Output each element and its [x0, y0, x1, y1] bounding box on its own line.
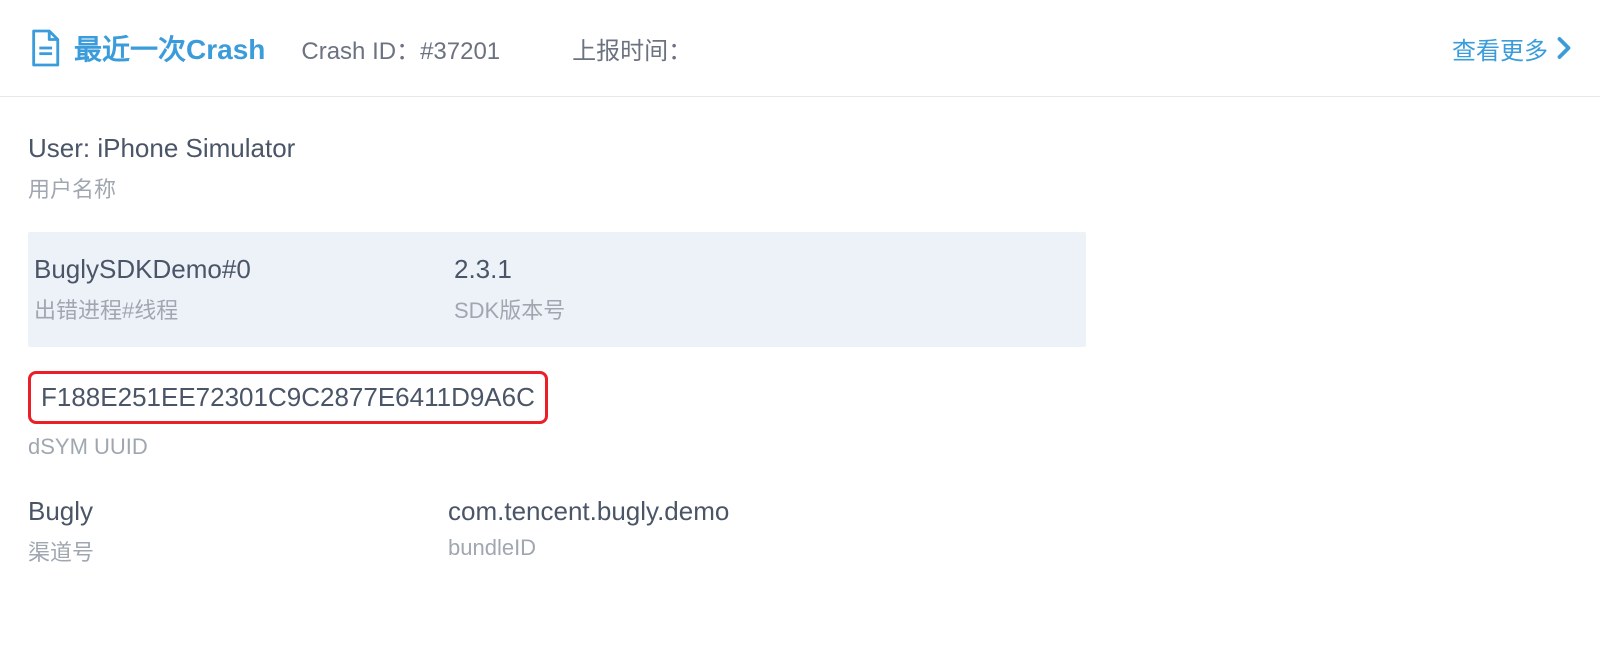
header-left: 最近一次Crash Crash ID：#37201 上报时间：: [28, 28, 1452, 68]
view-more-link[interactable]: 查看更多: [1452, 31, 1572, 66]
channel-label: 渠道号: [28, 535, 448, 567]
channel-bundle-row: Bugly 渠道号 com.tencent.bugly.demo bundleI…: [28, 496, 1572, 567]
page-title: 最近一次Crash: [74, 28, 265, 68]
sdk-version-label: SDK版本号: [454, 293, 565, 325]
user-value: User: iPhone Simulator: [28, 133, 1572, 164]
view-more-label: 查看更多: [1452, 31, 1548, 66]
crash-id-value: #37201: [420, 38, 500, 65]
process-label: 出错进程#线程: [34, 293, 454, 325]
content-area: User: iPhone Simulator 用户名称 BuglySDKDemo…: [0, 97, 1600, 587]
bundle-block: com.tencent.bugly.demo bundleID: [448, 496, 729, 567]
channel-block: Bugly 渠道号: [28, 496, 448, 567]
header-bar: 最近一次Crash Crash ID：#37201 上报时间： 查看更多: [0, 0, 1600, 97]
dsym-uuid-value: F188E251EE72301C9C2877E6411D9A6C: [41, 382, 535, 413]
process-sdk-row: BuglySDKDemo#0 出错进程#线程 2.3.1 SDK版本号: [28, 232, 1086, 347]
dsym-block: F188E251EE72301C9C2877E6411D9A6C dSYM UU…: [28, 371, 1572, 460]
process-block: BuglySDKDemo#0 出错进程#线程: [34, 254, 454, 325]
chevron-right-icon: [1556, 36, 1572, 60]
crash-id: Crash ID：#37201: [301, 31, 500, 66]
user-label: 用户名称: [28, 172, 1572, 204]
bundle-id-label: bundleID: [448, 535, 729, 561]
report-time-label: 上报时间：: [572, 38, 692, 65]
dsym-highlight-box: F188E251EE72301C9C2877E6411D9A6C: [28, 371, 548, 424]
sdk-block: 2.3.1 SDK版本号: [454, 254, 565, 325]
user-block: User: iPhone Simulator 用户名称: [28, 133, 1572, 204]
document-icon: [28, 28, 62, 68]
crash-id-label: Crash ID：: [301, 38, 420, 65]
bundle-id-value: com.tencent.bugly.demo: [448, 496, 729, 527]
process-value: BuglySDKDemo#0: [34, 254, 454, 285]
report-time: 上报时间：: [572, 31, 692, 66]
channel-value: Bugly: [28, 496, 448, 527]
dsym-uuid-label: dSYM UUID: [28, 434, 1572, 460]
sdk-version-value: 2.3.1: [454, 254, 565, 285]
